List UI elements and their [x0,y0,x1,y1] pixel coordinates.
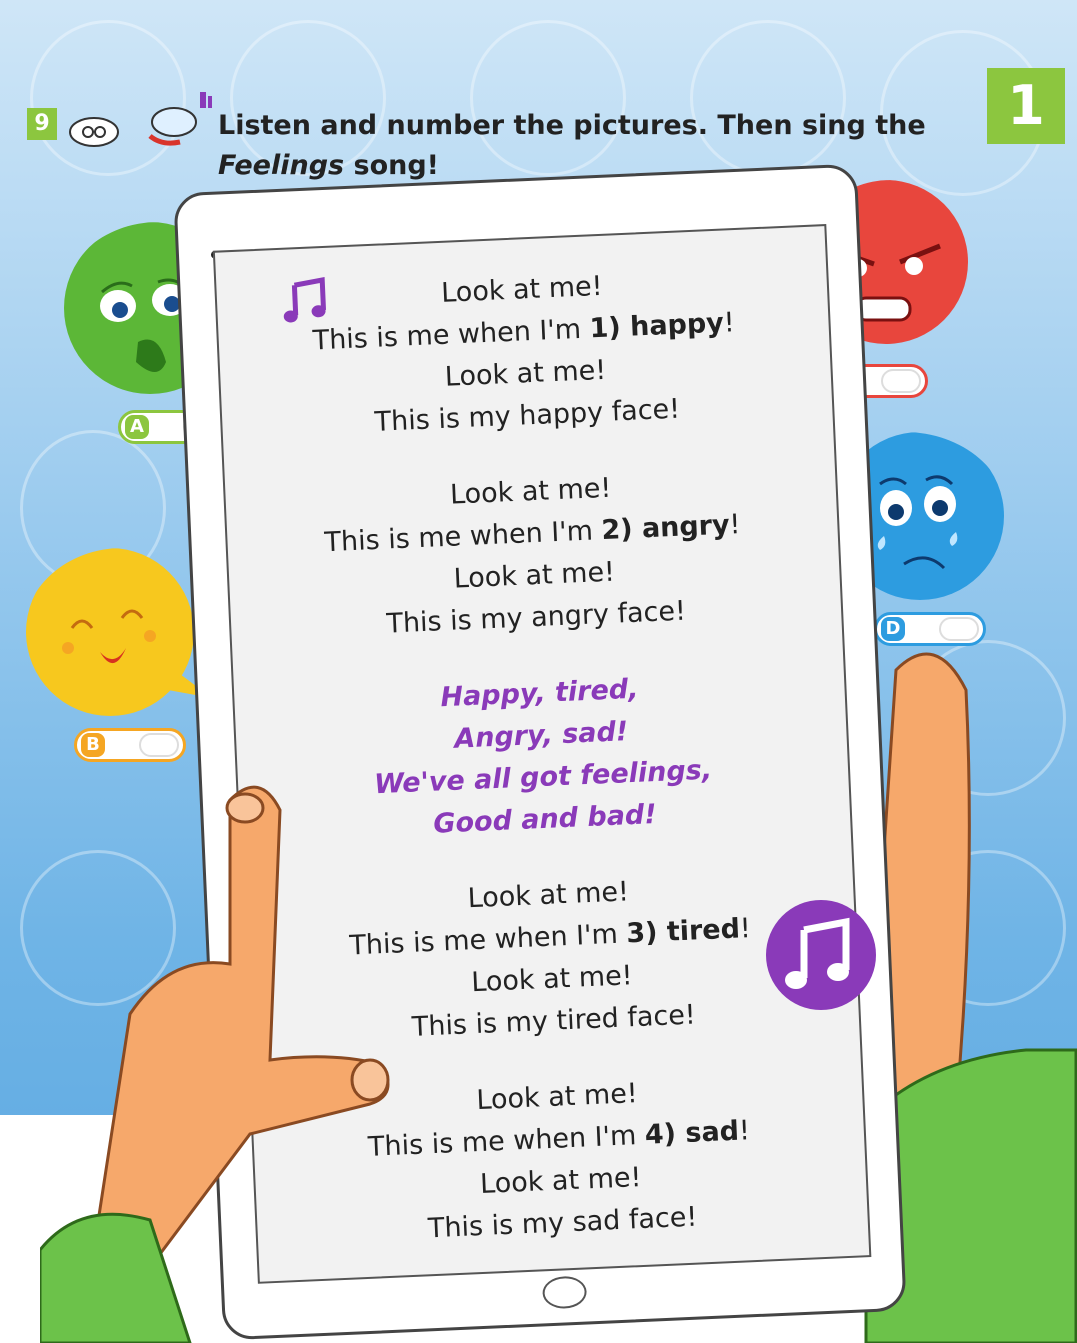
lyric-punct: ! [723,307,736,339]
music-note-icon [785,917,850,989]
textbook-page: 9 Listen and number the pictures. Then s… [0,0,1077,1343]
label-letter-d: D [881,617,905,641]
answer-box-b[interactable]: B [74,728,186,762]
lyric-answer: 1) happy [588,307,725,345]
lyric-answer: 2) angry [600,509,731,547]
instruction-text: Listen and number the pictures. Then sin… [218,110,926,141]
left-hand-illustration [40,785,390,1343]
tablet-home-button[interactable] [541,1275,588,1310]
lyric-text: This is me when I'm [367,1119,646,1163]
unit-number-badge: 1 [987,68,1065,144]
exercise-number: 9 [27,108,57,140]
song-title: Feelings [218,150,345,181]
label-letter-a: A [125,415,149,439]
play-song-button[interactable] [766,900,876,1010]
listen-sing-mascots-icon [69,92,212,147]
lyric-text: This is me when I'm [312,313,591,357]
lyric-text: This is me when I'm [323,515,603,559]
answer-blank-b[interactable] [139,733,179,757]
label-letter-b: B [81,733,105,757]
lyric-punct: ! [728,509,742,541]
lyric-answer: 3) tired [625,913,741,950]
lyric-answer: 4) sad [644,1115,740,1151]
lyric-punct: ! [739,912,752,945]
answer-blank-c[interactable] [881,369,921,393]
answer-blank-d[interactable] [939,617,979,641]
instruction-text-end: song! [344,150,440,181]
lyric-punct: ! [738,1115,751,1147]
